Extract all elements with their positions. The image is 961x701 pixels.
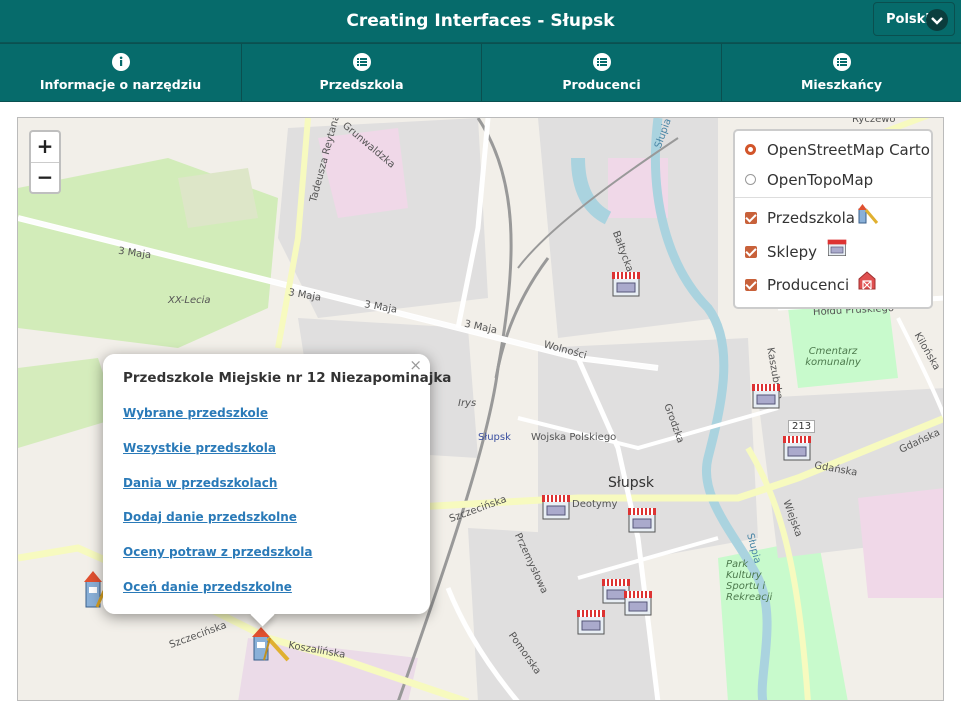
shop-marker-icon[interactable] <box>541 492 571 520</box>
layer-control: OpenStreetMap Carto OpenTopoMap Przedszk… <box>733 129 933 309</box>
layer-label: OpenStreetMap Carto <box>767 141 930 159</box>
tab-mieszkancy[interactable]: Mieszkańcy <box>722 44 961 101</box>
radio-unselected[interactable] <box>745 174 756 185</box>
tab-label: Przedszkola <box>319 77 404 92</box>
tab-producenci[interactable]: Producenci <box>482 44 722 101</box>
list-icon <box>352 53 371 71</box>
info-icon <box>111 53 130 71</box>
shop-marker-icon[interactable] <box>627 505 657 533</box>
popup-link[interactable]: Oceny potraw z przedszkola <box>123 545 312 559</box>
city-label: Słupsk <box>608 475 655 491</box>
road-number-badge: 213 <box>788 420 816 433</box>
chevron-down-icon <box>926 9 948 31</box>
tab-label: Producenci <box>562 77 641 92</box>
kindergarten-marker-icon[interactable] <box>83 567 105 609</box>
popup-link[interactable]: Oceń danie przedszkolne <box>123 580 292 594</box>
tab-informacje[interactable]: Informacje o narzędziu <box>0 44 242 101</box>
zoom-in-button[interactable]: + <box>31 132 59 163</box>
language-label: Polski <box>886 12 930 27</box>
tab-label: Mieszkańcy <box>800 77 883 92</box>
checkbox-checked[interactable] <box>745 212 757 224</box>
barn-icon <box>858 271 876 290</box>
place-label: Ryczewo <box>852 117 896 125</box>
shop-marker-icon[interactable] <box>623 588 653 616</box>
tab-label: Informacje o narzędziu <box>39 77 202 92</box>
cemetery-label: Cmentarz komunalny <box>805 346 861 368</box>
divider <box>735 197 931 198</box>
shop-marker-icon[interactable] <box>611 269 641 297</box>
shop-marker-icon[interactable] <box>782 433 812 461</box>
app-header: Creating Interfaces - Słupsk Polski <box>0 0 961 43</box>
tab-przedszkola[interactable]: Przedszkola <box>242 44 482 101</box>
layer-label: OpenTopoMap <box>767 171 874 189</box>
list-icon <box>592 53 611 71</box>
map-view[interactable]: 3 Maja 3 Maja 3 Maja 3 Maja Grunwaldzka … <box>17 117 944 701</box>
street-label: Deotymy <box>572 499 618 510</box>
area-label: Irys <box>458 398 477 409</box>
checkbox-checked[interactable] <box>745 279 757 291</box>
station-label: Słupsk <box>478 432 511 443</box>
popup-link[interactable]: Wszystkie przedszkola <box>123 441 276 455</box>
kindergarten-marker-icon[interactable] <box>250 624 294 662</box>
zoom-out-button[interactable]: − <box>31 163 59 193</box>
shop-marker-icon[interactable] <box>751 381 781 409</box>
popup-title: Przedszkole Miejskie nr 12 Niezapominajk… <box>123 370 452 386</box>
area-label: XX-Lecia <box>168 295 211 306</box>
layer-label: Sklepy <box>767 243 818 261</box>
shop-icon <box>827 239 847 256</box>
park-label: Park Kultury Sportu i Rekreacji <box>726 559 773 603</box>
kindergarten-popup: × Przedszkole Miejskie nr 12 Niezapomina… <box>103 354 451 627</box>
zoom-control: + − <box>29 130 61 194</box>
popup-link[interactable]: Dodaj danie przedszkolne <box>123 510 297 524</box>
main-nav: Informacje o narzędziu Przedszkola Produ… <box>0 43 961 102</box>
layer-label: Przedszkola <box>767 209 855 227</box>
app-title: Creating Interfaces - Słupsk <box>346 11 615 31</box>
popup-link[interactable]: Dania w przedszkolach <box>123 476 277 490</box>
shop-marker-icon[interactable] <box>576 607 606 635</box>
list-icon <box>832 53 851 71</box>
radio-selected[interactable] <box>745 144 756 155</box>
checkbox-checked[interactable] <box>745 246 757 258</box>
language-dropdown[interactable]: Polski <box>873 2 955 36</box>
street-label: Wojska Polskiego <box>531 432 617 443</box>
layer-label: Producenci <box>767 276 850 294</box>
popup-link[interactable]: Wybrane przedszkole <box>123 406 268 420</box>
playground-icon <box>858 204 879 224</box>
